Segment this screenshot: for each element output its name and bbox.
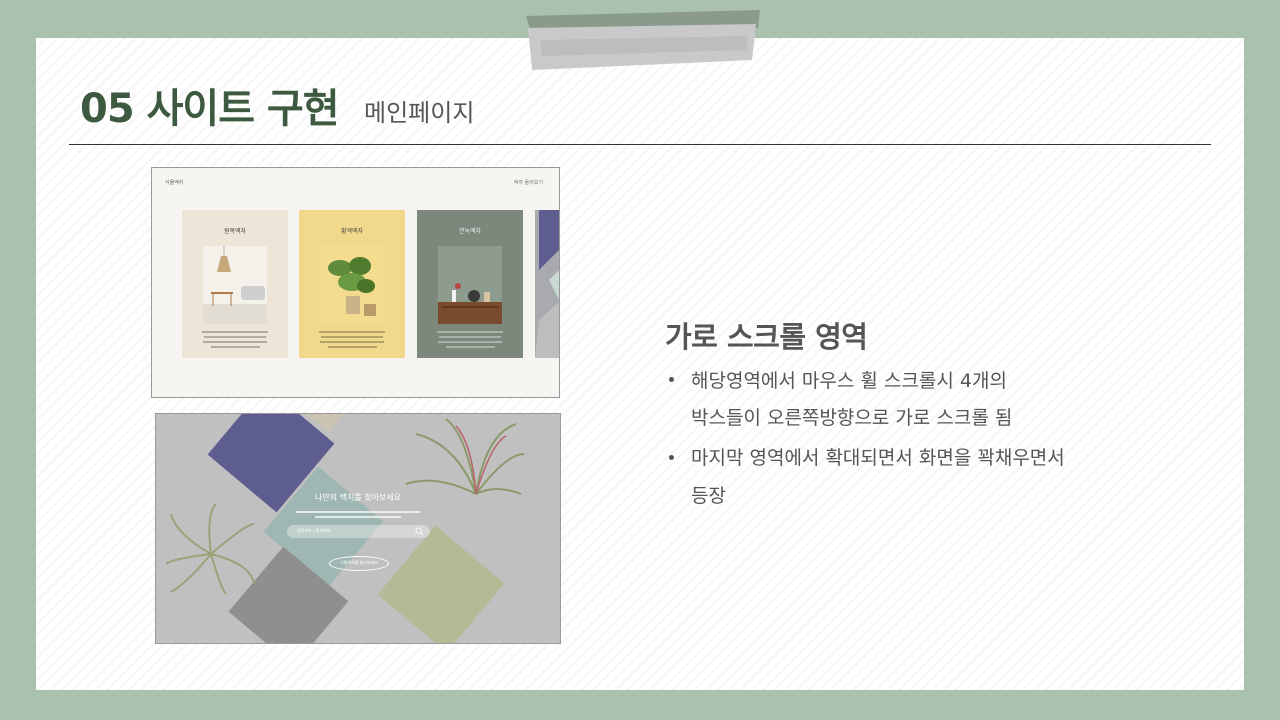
page-title: 05 사이트 구현 xyxy=(80,86,340,132)
bullet-text-cont: 등장 xyxy=(691,485,726,507)
search-icon[interactable] xyxy=(415,527,424,536)
main-page-screenshot: 식물액자 액자 둘러보기 원목액자 황색액자 연녹액자 xyxy=(151,167,560,398)
title-divider xyxy=(69,144,1211,145)
bullet-dot xyxy=(669,455,674,460)
search-page-screenshot: 나만의 백지를 찾아보세요 원목액자 / 황색액자 식물액자를 둘러보세요 xyxy=(155,413,561,644)
frame-card: 황색액자 xyxy=(299,210,405,358)
site-menu: 액자 둘러보기 xyxy=(513,180,543,186)
frame-card-text xyxy=(435,328,505,351)
plant-image xyxy=(320,246,384,324)
bullet-text-cont: 박스들이 오른쪽방향으로 가로 스크롤 됨 xyxy=(691,407,1013,429)
site-logo: 식물액자 xyxy=(165,180,184,186)
air-plant-image xyxy=(166,504,255,594)
search-input[interactable]: 원목액자 / 황색액자 xyxy=(287,525,430,538)
page-subtitle: 메인페이지 xyxy=(364,99,475,127)
search-hero-title: 나만의 백지를 찾아보세요 xyxy=(314,493,402,502)
olive-square xyxy=(377,525,505,643)
frame-card-title: 황색액자 xyxy=(340,228,364,235)
search-placeholder: 원목액자 / 황색액자 xyxy=(297,528,331,533)
bullet-text: 해당영역에서 마우스 휠 스크롤시 4개의 xyxy=(691,370,1007,392)
next-card-preview xyxy=(535,210,559,358)
frame-card: 원목액자 xyxy=(182,210,288,358)
section-heading: 가로 스크롤 영역 xyxy=(665,320,868,354)
shelf-image xyxy=(438,246,502,324)
frame-card-title: 연녹액자 xyxy=(458,228,482,235)
browse-button[interactable]: 식물액자를 둘러보세요 xyxy=(329,556,389,571)
frame-card: 연녹액자 xyxy=(417,210,523,358)
bullet-dot xyxy=(669,377,674,382)
bullet-text: 마지막 영역에서 확대되면서 화면을 꽉채우면서 xyxy=(691,447,1065,469)
tape-decoration xyxy=(526,10,760,70)
frame-card-text xyxy=(200,328,270,351)
browse-button-label: 식물액자를 둘러보세요 xyxy=(339,560,379,565)
frame-card-title: 원목액자 xyxy=(223,228,247,235)
frame-card-text xyxy=(317,328,387,351)
search-hero-desc xyxy=(296,508,420,521)
interior-image xyxy=(203,246,267,324)
